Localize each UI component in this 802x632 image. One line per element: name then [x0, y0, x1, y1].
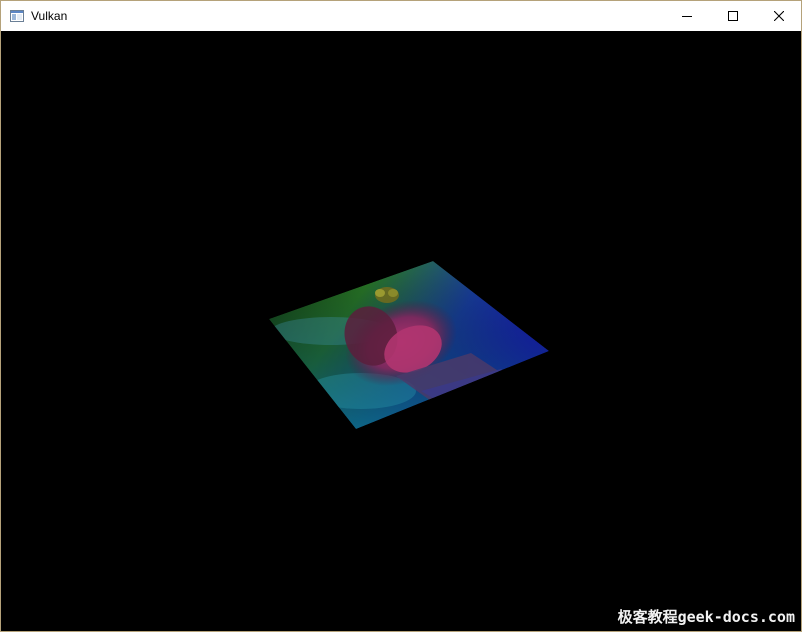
textured-quad — [269, 261, 549, 429]
close-icon — [774, 11, 784, 21]
minimize-button[interactable] — [664, 1, 710, 31]
close-button[interactable] — [756, 1, 802, 31]
watermark-text: 极客教程geek-docs.com — [617, 608, 795, 626]
render-viewport[interactable]: 极客教程geek-docs.com — [1, 31, 801, 631]
minimize-icon — [682, 11, 692, 21]
maximize-button[interactable] — [710, 1, 756, 31]
maximize-icon — [728, 11, 738, 21]
title-bar[interactable]: Vulkan — [1, 1, 801, 31]
app-window-icon — [9, 8, 25, 24]
window-title: Vulkan — [31, 9, 68, 23]
app-window: Vulkan 极客教程geek-docs.com — [0, 0, 802, 632]
